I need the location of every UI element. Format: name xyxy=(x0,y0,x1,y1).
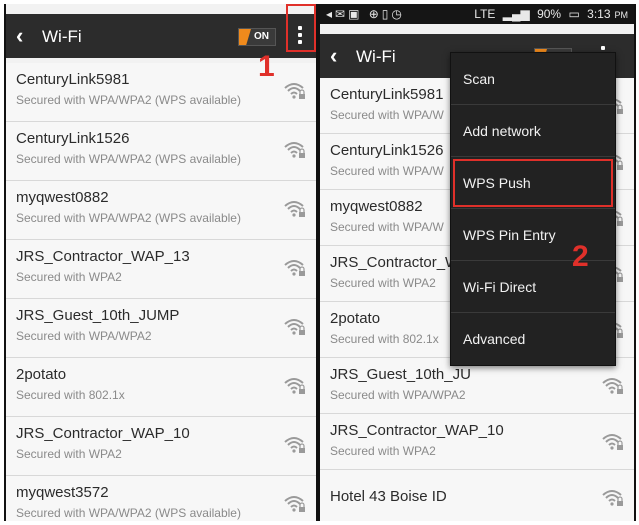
network-ssid: JRS_Contractor_WA xyxy=(330,254,469,271)
network-security: Secured with WPA/WPA2 (WPS available) xyxy=(16,506,241,520)
network-ssid: CenturyLink5981 xyxy=(16,71,130,88)
network-security: Secured with WPA2 xyxy=(330,444,436,458)
network-row[interactable]: JRS_Contractor_WAP_10 Secured with WPA2 xyxy=(6,417,316,476)
back-arrow-icon[interactable]: ‹ xyxy=(16,23,23,49)
network-security: Secured with WPA2 xyxy=(16,447,122,461)
network-security: Secured with WPA/W xyxy=(330,220,444,234)
network-ssid: CenturyLink1526 xyxy=(16,130,130,147)
screenshot-frame: ‹ Wi-Fi ON CenturyLink5981 Secured with W… xyxy=(0,0,639,525)
network-ssid: Hotel 43 Boise ID xyxy=(330,488,447,505)
overflow-dropdown-menu: Scan Add network WPS Push WPS Pin Entry Wi-F… xyxy=(450,52,616,366)
network-list: CenturyLink5981 Secured with WPA/WPA2 (WP… xyxy=(6,63,316,521)
notification-icons: ◂✉▣ ⊕▯◷ xyxy=(326,7,405,21)
network-ssid: CenturyLink5981 xyxy=(330,86,444,103)
page-title: Wi-Fi xyxy=(42,27,82,46)
network-security: Secured with WPA2 xyxy=(330,276,436,290)
network-security: Secured with WPA/W xyxy=(330,164,444,178)
menu-item-wps-push[interactable]: WPS Push xyxy=(451,157,615,209)
network-row[interactable]: 2potato Secured with 802.1x xyxy=(6,358,316,417)
wifi-lock-icon xyxy=(284,260,305,276)
network-row[interactable]: JRS_Guest_10th_JUMP Secured with WPA/WPA2 xyxy=(6,299,316,358)
network-security: Secured with 802.1x xyxy=(16,388,125,402)
wifi-lock-icon xyxy=(602,434,623,450)
battery-percent: 90% xyxy=(537,7,562,21)
clock-ampm: PM xyxy=(614,10,629,20)
menu-highlight-box xyxy=(286,4,316,52)
network-ssid: CenturyLink1526 xyxy=(330,142,444,159)
clock: 3:13 xyxy=(587,7,611,21)
network-security: Secured with WPA/WPA2 (WPS available) xyxy=(16,93,241,107)
toggle-label: ON xyxy=(254,31,269,42)
network-ssid: JRS_Contractor_WAP_10 xyxy=(330,422,504,439)
network-security: Secured with WPA/WPA2 (WPS available) xyxy=(16,211,241,225)
network-type: LTE xyxy=(474,7,496,21)
network-ssid: JRS_Contractor_WAP_13 xyxy=(16,248,190,265)
wifi-lock-icon xyxy=(284,437,305,453)
network-row[interactable]: JRS_Guest_10th_JU Secured with WPA/WPA2 xyxy=(320,358,634,414)
wifi-lock-icon xyxy=(284,378,305,394)
network-security: Secured with WPA/WPA2 xyxy=(330,388,466,402)
wifi-lock-icon xyxy=(284,496,305,512)
battery-icon: ▭ xyxy=(568,7,580,21)
menu-item-add-network[interactable]: Add network xyxy=(451,105,615,157)
network-security: Secured with WPA/WPA2 (WPS available) xyxy=(16,152,241,166)
wifi-lock-icon xyxy=(602,490,623,506)
network-row[interactable]: CenturyLink1526 Secured with WPA/WPA2 (WP… xyxy=(6,122,316,181)
network-ssid: JRS_Guest_10th_JUMP xyxy=(16,307,180,324)
network-row[interactable]: myqwest3572 Secured with WPA/WPA2 (WPS av… xyxy=(6,476,316,521)
wifi-lock-icon xyxy=(284,201,305,217)
network-ssid: 2potato xyxy=(16,366,67,383)
menu-item-wps-pin-entry[interactable]: WPS Pin Entry xyxy=(451,209,615,261)
wifi-lock-icon xyxy=(284,83,305,99)
wifi-lock-icon xyxy=(602,378,623,394)
status-right: LTE ▂▄▆ 90% ▭ 3:13 PM xyxy=(470,4,628,25)
network-ssid: myqwest0882 xyxy=(16,189,109,206)
network-row[interactable]: JRS_Contractor_WAP_10 Secured with WPA2 xyxy=(320,414,634,470)
network-security: Secured with WPA2 xyxy=(16,270,122,284)
network-row[interactable]: JRS_Contractor_WAP_13 Secured with WPA2 xyxy=(6,240,316,299)
network-security: Secured with WPA/WPA2 xyxy=(16,329,152,343)
wifi-toggle[interactable]: ON xyxy=(238,28,276,46)
menu-item-advanced[interactable]: Advanced xyxy=(451,313,615,365)
network-security: Secured with WPA/W xyxy=(330,108,444,122)
wifi-lock-icon xyxy=(284,142,305,158)
network-ssid: myqwest0882 xyxy=(330,198,423,215)
network-row[interactable]: myqwest0882 Secured with WPA/WPA2 (WPS av… xyxy=(6,181,316,240)
status-bar: ◂✉▣ ⊕▯◷ LTE ▂▄▆ 90% ▭ 3:13 PM xyxy=(320,4,634,24)
toggle-accent xyxy=(239,29,251,45)
step-annotation-2: 2 xyxy=(572,240,589,273)
network-ssid: myqwest3572 xyxy=(16,484,109,501)
step-annotation-1: 1 xyxy=(258,50,275,83)
network-ssid: JRS_Guest_10th_JU xyxy=(330,366,471,383)
menu-item-wi-fi-direct[interactable]: Wi-Fi Direct xyxy=(451,261,615,313)
network-ssid: JRS_Contractor_WAP_10 xyxy=(16,425,190,442)
menu-item-scan[interactable]: Scan xyxy=(451,53,615,105)
page-title: Wi-Fi xyxy=(356,47,396,66)
network-ssid: 2potato xyxy=(330,310,381,327)
network-row[interactable]: Hotel 43 Boise ID xyxy=(320,470,634,521)
back-arrow-icon[interactable]: ‹ xyxy=(330,43,337,69)
signal-icon: ▂▄▆ xyxy=(502,7,530,21)
wifi-lock-icon xyxy=(284,319,305,335)
network-security: Secured with 802.1x xyxy=(330,332,439,346)
